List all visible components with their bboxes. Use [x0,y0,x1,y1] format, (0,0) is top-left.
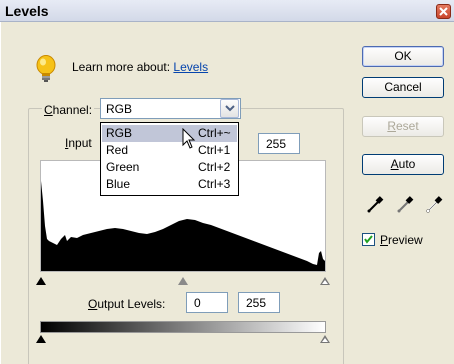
output-black-slider[interactable] [36,335,46,343]
channel-dropdown-button[interactable] [220,99,239,118]
cancel-button[interactable]: Cancel [362,77,444,98]
title-bar: Levels [0,0,454,22]
preview-checkbox[interactable] [362,233,375,246]
black-eyedropper-icon[interactable] [366,196,384,217]
checkmark-icon [364,235,373,244]
lightbulb-icon [35,55,57,88]
output-levels-label: Output Levels: [88,297,166,311]
levels-help-link[interactable]: Levels [173,60,208,74]
arrow-cursor-icon [182,127,196,153]
window-title: Levels [5,3,49,19]
learn-more-prefix: Learn more about: [72,60,171,74]
close-icon [439,7,448,16]
gray-eyedropper-icon[interactable] [396,196,414,217]
preview-label[interactable]: Preview [380,233,423,247]
white-eyedropper-icon[interactable] [425,196,443,217]
input-white-field[interactable]: 255 [258,133,300,154]
input-black-slider[interactable] [36,277,46,285]
menu-item-red[interactable]: Red Ctrl+1 [102,142,237,159]
reset-button[interactable]: Reset [362,116,444,137]
input-white-slider-fill [322,280,328,284]
channel-menu: RGB Ctrl+~ Red Ctrl+1 Green Ctrl+2 Blue Ctrl… [100,122,239,196]
input-gray-slider[interactable] [178,277,188,285]
ok-button[interactable]: OK [362,46,444,67]
output-white-field[interactable]: 255 [238,292,280,313]
output-gradient-bar [40,321,326,333]
output-white-slider-fill [322,338,328,342]
menu-item-blue[interactable]: Blue Ctrl+3 [102,176,237,193]
menu-item-green[interactable]: Green Ctrl+2 [102,159,237,176]
auto-button[interactable]: Auto [362,154,444,175]
learn-more-text: Learn more about: Levels [72,60,208,74]
menu-item-rgb[interactable]: RGB Ctrl+~ [102,125,237,142]
chevron-down-icon [225,105,235,112]
channel-select-value: RGB [106,102,133,116]
channel-label: Channel: [42,103,95,117]
input-levels-label: Input [65,136,92,150]
close-button[interactable] [436,4,451,19]
output-black-field[interactable]: 0 [186,292,228,313]
